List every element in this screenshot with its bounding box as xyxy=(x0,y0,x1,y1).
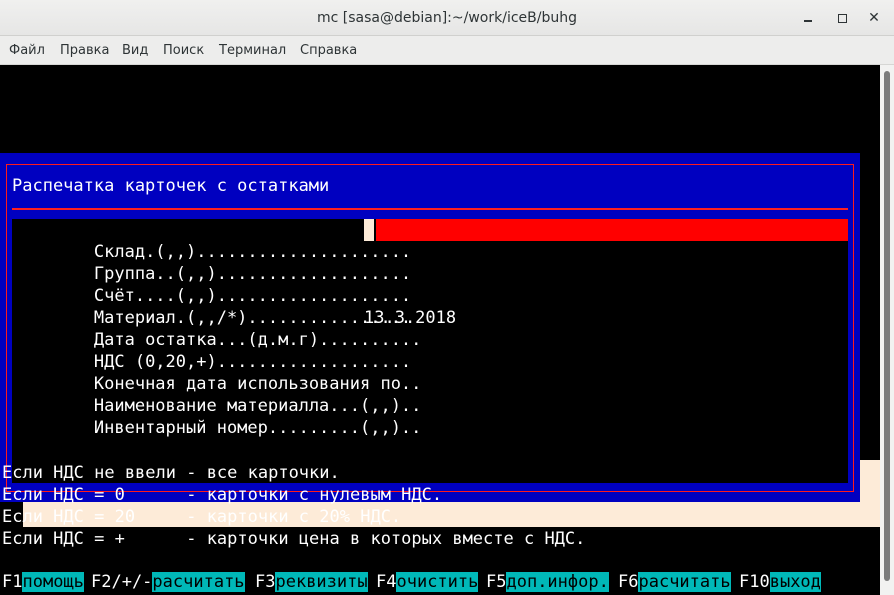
window-titlebar[interactable]: mc [sasa@debian]:~/work/iceB/buhg ✕ xyxy=(0,0,894,36)
field-end-date[interactable]: Конечная дата использования по.. xyxy=(12,351,422,394)
info-line: Если НДС = + - карточки цена в которых в… xyxy=(2,529,586,549)
menu-bar: Файл Правка Вид Поиск Терминал Справка xyxy=(0,36,894,65)
field-balance-date-value[interactable]: 13.3.2018 xyxy=(364,307,456,329)
field-group[interactable]: Группа..(,,)................... xyxy=(12,241,411,284)
menu-file[interactable]: Файл xyxy=(9,36,45,65)
minimize-icon[interactable] xyxy=(798,8,818,28)
field-warehouse[interactable]: Склад.(,,)..................... xyxy=(12,219,848,262)
scrollbar-thumb[interactable] xyxy=(884,71,890,581)
fkey-clear[interactable]: F4очистить xyxy=(376,571,479,593)
info-line: Если НДС = 20 - карточки с 20% НДС. xyxy=(2,507,402,527)
dialog-title: Распечатка карточек с остатками xyxy=(12,176,330,196)
menu-help[interactable]: Справка xyxy=(300,36,357,65)
menu-terminal[interactable]: Терминал xyxy=(219,36,286,65)
text-cursor xyxy=(364,219,374,241)
terminal-scrollbar[interactable] xyxy=(880,65,894,595)
close-icon[interactable]: ✕ xyxy=(864,8,884,28)
field-warehouse-input[interactable] xyxy=(376,219,848,241)
fkey-details[interactable]: F3реквизиты xyxy=(255,571,368,593)
field-balance-date[interactable]: Дата остатка...(д.м.г).......... 13.3.20… xyxy=(12,307,848,350)
terminal-area[interactable]: Распечатка карточек с остатками Склад.(,… xyxy=(0,65,880,595)
print-cards-dialog: Распечатка карточек с остатками Склад.(,… xyxy=(0,153,860,502)
menu-view[interactable]: Вид xyxy=(122,36,148,65)
fkey-exit[interactable]: F10выход xyxy=(739,571,821,593)
info-line: Если НДС = 0 - карточки с нулевым НДС. xyxy=(2,485,443,505)
maximize-icon[interactable] xyxy=(832,8,852,28)
fkey-calculate[interactable]: F2/+/-расчитать xyxy=(91,571,245,593)
field-vat[interactable]: НДС (0,20,+)................... xyxy=(12,329,411,372)
dialog-separator xyxy=(12,208,848,210)
field-material[interactable]: Материал.(,,/*)................ xyxy=(12,285,411,328)
fkey-calculate-2[interactable]: F6расчитать xyxy=(618,571,731,593)
function-key-bar: F1помощь F2/+/-расчитать F3реквизиты F4о… xyxy=(0,571,821,593)
field-inventory-number[interactable]: Инвентарный номер.........(,,).. xyxy=(12,395,422,438)
window-title: mc [sasa@debian]:~/work/iceB/buhg xyxy=(317,10,577,26)
fkey-help[interactable]: F1помощь xyxy=(2,571,84,593)
form-fields: Склад.(,,)..................... Группа..… xyxy=(12,219,848,483)
field-material-name[interactable]: Наименование материалла...(,,).. xyxy=(12,373,422,416)
fkey-extra-info[interactable]: F5доп.инфор. xyxy=(486,571,609,593)
menu-edit[interactable]: Правка xyxy=(60,36,109,65)
field-inventory-number-label: Инвентарный номер.........(,,).. xyxy=(93,418,422,438)
info-line: Если НДС не ввели - все карточки. xyxy=(2,463,340,483)
field-account[interactable]: Счёт....(,,)................... xyxy=(12,263,411,306)
menu-search[interactable]: Поиск xyxy=(163,36,204,65)
